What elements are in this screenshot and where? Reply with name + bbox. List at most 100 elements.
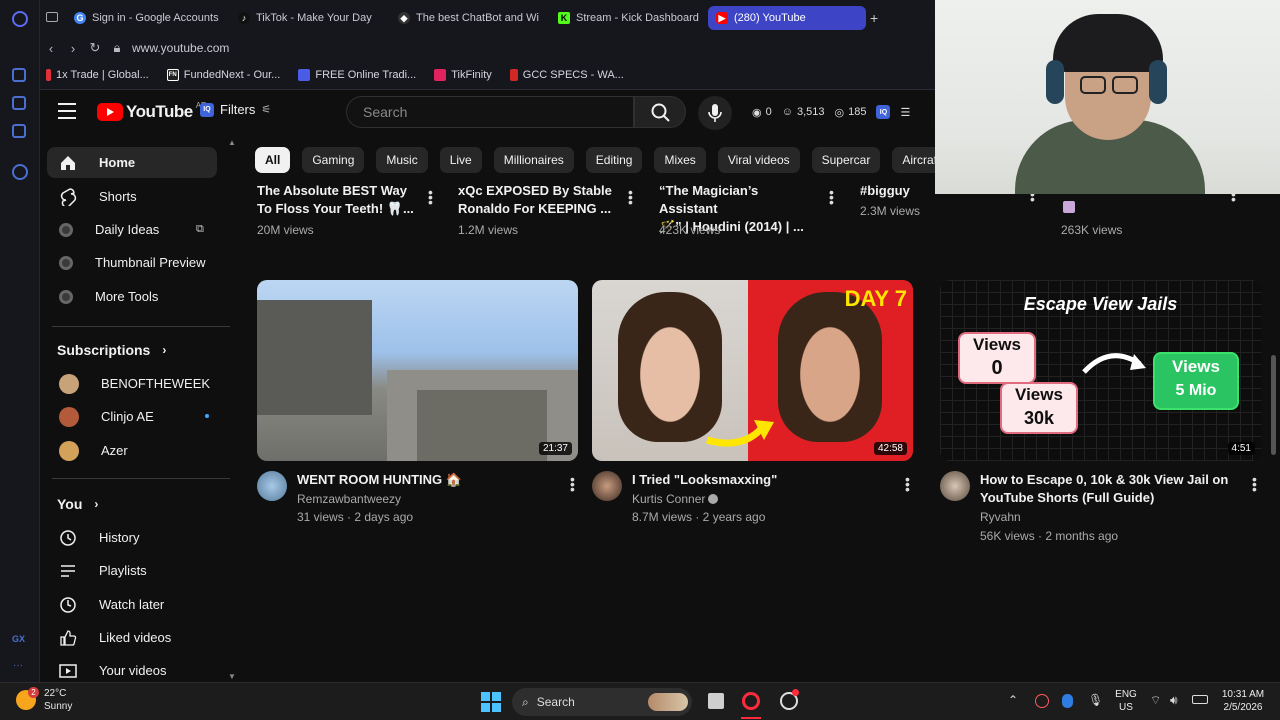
sidebar-app-icon[interactable] (12, 96, 26, 110)
file-explorer-icon[interactable] (708, 693, 724, 709)
tab-youtube[interactable]: ▶ (280) YouTube (708, 6, 866, 30)
sidebar-item-playlists[interactable]: Playlists (47, 555, 217, 586)
bookmark-tikfinity[interactable]: TikFinity (434, 68, 492, 81)
clock[interactable]: 10:31 AM 2/5/2026 (1212, 688, 1274, 714)
more-options-icon[interactable]: • • • (1252, 472, 1257, 496)
channel-name[interactable]: Ryvahn (980, 508, 1021, 526)
voice-search-button[interactable] (698, 96, 732, 130)
chip-live[interactable]: Live (439, 147, 482, 173)
video-title[interactable]: I Tried "Looksmaxxing" (632, 471, 892, 489)
more-options-icon[interactable]: • • • (829, 185, 834, 209)
battery-icon[interactable] (1192, 695, 1208, 704)
video-thumbnail[interactable]: 21:37 (257, 280, 578, 461)
sidebar-scroll-up-icon[interactable]: ▲ (228, 138, 236, 147)
channel-avatar[interactable] (592, 471, 622, 501)
chevron-up-icon[interactable]: ⌃ (1008, 693, 1018, 707)
subscription-benoftheweek[interactable]: BENOFTHEWEEK (47, 368, 217, 399)
sidebar-item-history[interactable]: History (47, 522, 217, 553)
video-thumbnail[interactable]: DAY 7 42:58 (592, 280, 913, 461)
new-tab-button[interactable]: + (870, 10, 878, 26)
more-options-icon[interactable]: • • • (570, 472, 575, 496)
chip-aircraft[interactable]: Aircraft (892, 147, 935, 173)
chip-editing[interactable]: Editing (585, 147, 643, 173)
subscription-azer[interactable]: Azer (47, 435, 217, 466)
subscriptions-heading[interactable]: Subscriptions › (57, 342, 166, 358)
opera-gx-icon[interactable] (742, 692, 760, 710)
youtube-logo[interactable]: YouTube AE (97, 101, 206, 122)
list-icon[interactable]: ☰ (900, 106, 910, 119)
sidebar-item-shorts[interactable]: Shorts (47, 181, 217, 212)
sidebar-item-your-videos[interactable]: Your videos (47, 655, 217, 682)
more-options-icon[interactable]: • • • (905, 472, 910, 496)
volume-icon[interactable]: 🔊︎ (1170, 693, 1178, 708)
weather-widget[interactable]: 2 22°C Sunny (16, 687, 72, 713)
chip-gaming[interactable]: Gaming (302, 147, 365, 173)
bluetooth-icon[interactable] (1062, 694, 1073, 708)
windows-start-icon[interactable] (481, 692, 501, 712)
avatar (59, 373, 79, 394)
channel-avatar[interactable] (257, 471, 287, 501)
chip-all[interactable]: All (255, 147, 291, 173)
channel-avatar[interactable] (940, 471, 970, 501)
beanie-shape (1053, 14, 1163, 72)
bookmark-gcc[interactable]: GCC SPECS - WA... (509, 68, 624, 81)
sidebar-app-icon[interactable] (12, 124, 26, 138)
more-options-icon[interactable]: • • • (628, 185, 633, 209)
tray-app-icon[interactable] (1035, 694, 1049, 708)
video-title[interactable]: #bigguy (860, 182, 935, 200)
search-button[interactable] (634, 96, 686, 128)
url-field[interactable]: www.youtube.com (132, 41, 229, 55)
bookmark-fundednext[interactable]: FN FundedNext - Our... (166, 68, 280, 81)
search-input[interactable]: Search (346, 96, 634, 128)
sidebar-item-thumbnail-preview[interactable]: Thumbnail Preview (47, 247, 217, 278)
sidebar-item-watch-later[interactable]: Watch later (47, 589, 217, 620)
video-title[interactable]: How to Escape 0, 10k & 30k View Jail on … (980, 471, 1245, 507)
sidebar-scroll-down-icon[interactable]: ▼ (228, 672, 236, 681)
sidebar-item-liked-videos[interactable]: Liked videos (47, 622, 217, 653)
video-title[interactable]: WENT ROOM HUNTING 🏠 (297, 471, 557, 489)
video-title[interactable]: xQc EXPOSED By Stable Ronaldo For KEEPIN… (458, 182, 618, 218)
sidebar-app-icon[interactable] (12, 68, 26, 82)
taskbar-search[interactable]: ⌕ Search (512, 688, 692, 716)
forward-icon[interactable]: › (62, 41, 84, 56)
filters-button[interactable]: IQ Filters ⚟ (200, 102, 271, 117)
iq-extension-icon[interactable]: IQ (876, 105, 891, 119)
tab-kick[interactable]: K Stream - Kick Dashboard (550, 6, 706, 30)
language-indicator[interactable]: ENG US (1112, 688, 1140, 714)
gx-icon[interactable]: GX (12, 634, 25, 644)
eye-icon: ◉ (752, 106, 762, 119)
sidebar-item-more-tools[interactable]: More Tools (47, 281, 217, 312)
chip-mixes[interactable]: Mixes (654, 147, 706, 173)
channel-name[interactable]: Remzawbantweezy (297, 490, 401, 508)
channel-name[interactable]: Kurtis Conner (632, 490, 719, 508)
bookmark-trading[interactable]: FREE Online Tradi... (298, 68, 416, 81)
video-thumbnail[interactable]: Escape View Jails Views 0 Views 30k View… (940, 280, 1261, 461)
chip-viral-videos[interactable]: Viral videos (717, 147, 800, 173)
chip-music[interactable]: Music (376, 147, 428, 173)
tab-google[interactable]: G Sign in - Google Accounts (66, 6, 220, 30)
back-icon[interactable]: ‹ (40, 41, 62, 56)
microphone-tray-icon[interactable]: 🎙︎ (1088, 693, 1103, 707)
tab-tiktok[interactable]: ♪ TikTok - Make Your Day (230, 6, 380, 30)
chip-millionaires[interactable]: Millionaires (493, 147, 574, 173)
tab-chatbot[interactable]: ◆ The best ChatBot and Wi (390, 6, 544, 30)
you-heading[interactable]: You › (57, 496, 98, 512)
chip-supercar[interactable]: Supercar (811, 147, 881, 173)
more-options-icon[interactable]: • • • (428, 185, 433, 209)
sidebar-item-home[interactable]: Home (47, 147, 217, 178)
wifi-icon[interactable]: ⌔ (1150, 693, 1161, 708)
coin-icon: ◎ (834, 106, 845, 119)
page-scrollbar[interactable] (1271, 355, 1276, 455)
sidebar-item-label: Your videos (99, 663, 167, 678)
subscription-clinjo[interactable]: Clinjo AE (47, 401, 217, 432)
opera-logo-icon[interactable] (12, 11, 28, 27)
history-rail-icon[interactable] (12, 164, 28, 180)
video-title[interactable]: The Absolute BEST Way To Floss Your Teet… (257, 182, 417, 218)
hamburger-menu-icon[interactable] (58, 103, 76, 121)
reload-icon[interactable]: ↻ (84, 40, 106, 56)
bookmark-1x[interactable]: 1x Trade | Global... (46, 68, 149, 81)
channel-name-text: Kurtis Conner (632, 492, 706, 506)
more-icon[interactable]: ··· (13, 660, 23, 671)
tab-menu-icon[interactable] (46, 12, 58, 22)
sidebar-item-daily-ideas[interactable]: Daily Ideas ⧉ (47, 214, 217, 245)
